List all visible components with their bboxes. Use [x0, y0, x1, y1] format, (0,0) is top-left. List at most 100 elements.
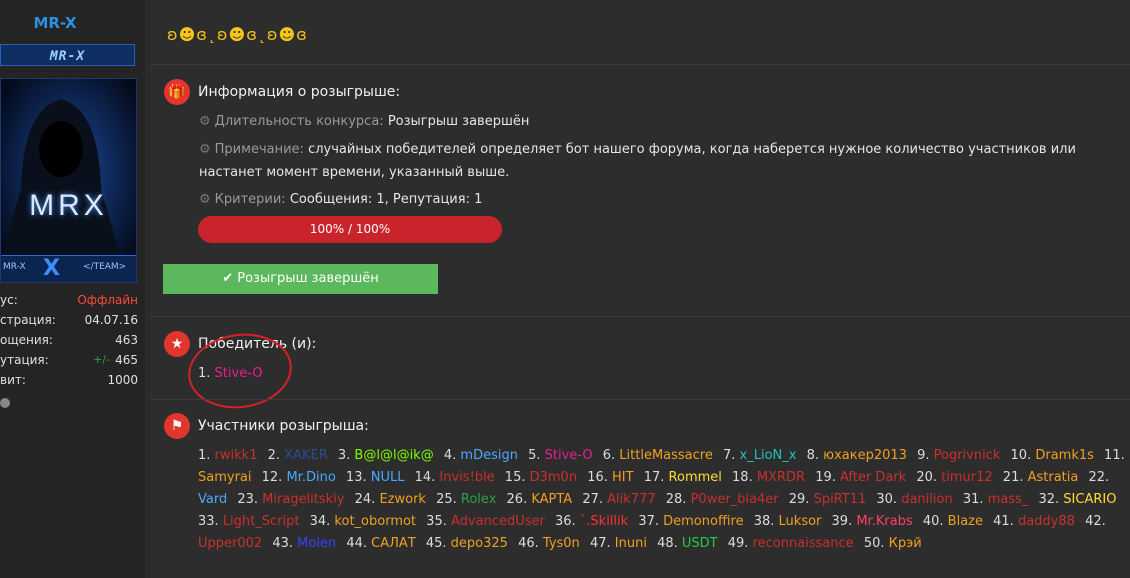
participant-item: 48. USDT	[657, 536, 718, 551]
participant-number: 8.	[806, 448, 824, 463]
participant-link[interactable]: mass_	[988, 492, 1029, 507]
participant-link[interactable]: Pogrivnick	[934, 448, 1001, 463]
avatar-strip: MR-X X </TEAM>	[1, 255, 136, 282]
participant-item: 19. After Dark	[815, 470, 906, 485]
participant-item: 29. SpiRT11	[789, 492, 867, 507]
participant-link[interactable]: Luksor	[779, 514, 822, 529]
participant-link[interactable]: Upper002	[198, 536, 262, 551]
participant-item: 35. AdvancedUser	[426, 514, 545, 529]
participant-link[interactable]: Vard	[198, 492, 227, 507]
participant-number: 45.	[425, 536, 451, 551]
participant-link[interactable]: After Dark	[840, 470, 906, 485]
participant-number: 42.	[1085, 514, 1106, 529]
participant-link[interactable]: Rolex	[461, 492, 496, 507]
username[interactable]: MR-X	[0, 14, 110, 32]
participant-item: 38. Luksor	[754, 514, 822, 529]
participant-link[interactable]: mDesign	[460, 448, 518, 463]
participant-number: 41.	[993, 514, 1018, 529]
participant-item: 27. Alik777	[582, 492, 655, 507]
progress-bar: 100% / 100%	[198, 216, 502, 243]
participant-link[interactable]: USDT	[682, 536, 718, 551]
participant-link[interactable]: KAPTA	[531, 492, 572, 507]
participant-link[interactable]: Samyrai	[198, 470, 252, 485]
participant-link[interactable]: B@l@l@ik@	[354, 448, 433, 463]
participant-link[interactable]: Dramk1s	[1035, 448, 1094, 463]
participant-link[interactable]: Tys0n	[543, 536, 580, 551]
participant-item: 32. SICARIO	[1038, 492, 1116, 507]
participant-link[interactable]: Ezwork	[379, 492, 426, 507]
participant-item: 21. Astratia	[1003, 470, 1079, 485]
participant-number: 23.	[237, 492, 263, 507]
participant-item: 3. B@l@l@ik@	[338, 448, 434, 463]
participant-item: 31. mass_	[963, 492, 1029, 507]
participant-link[interactable]: MXRDR	[757, 470, 805, 485]
participant-item: 30. danilion	[876, 492, 952, 507]
participant-link[interactable]: Light_Script	[223, 514, 300, 529]
participant-link[interactable]: timur12	[941, 470, 993, 485]
participant-link[interactable]: Demonoffire	[663, 514, 743, 529]
participant-link[interactable]: reconnaissance	[753, 536, 854, 551]
participant-link[interactable]: XAKER	[284, 448, 328, 463]
participant-link[interactable]: Stive-O	[545, 448, 593, 463]
avatar-brand: MRX	[29, 189, 108, 222]
participant-item: 23. Miragelitskiy	[237, 492, 344, 507]
participant-link[interactable]: kot_obormot	[334, 514, 416, 529]
participant-item: 39. Mr.Krabs	[832, 514, 913, 529]
participant-item: 36. `.Skillik	[555, 514, 628, 529]
participant-number: 34.	[309, 514, 335, 529]
participant-link[interactable]: AdvancedUser	[451, 514, 545, 529]
stat-status: ус: Оффлайн	[0, 293, 138, 307]
participant-number: 13.	[345, 470, 371, 485]
participant-link[interactable]: danilion	[901, 492, 953, 507]
participant-number: 39.	[831, 514, 857, 529]
skype-icon[interactable]	[0, 398, 10, 408]
participant-number: 16.	[587, 470, 613, 485]
participant-number: 10.	[1010, 448, 1036, 463]
check-icon: ✔	[222, 271, 234, 286]
participant-link[interactable]: HIT	[612, 470, 634, 485]
participant-link[interactable]: Miragelitskiy	[262, 492, 344, 507]
participant-link[interactable]: depo325	[451, 536, 508, 551]
participant-number: 28.	[665, 492, 691, 507]
gear-icon: ⚙	[199, 114, 211, 129]
participant-link[interactable]: Mr.Dino	[286, 470, 335, 485]
participant-link[interactable]: P0wer_bla4er	[691, 492, 779, 507]
participant-link[interactable]: юхакер2013	[823, 448, 907, 463]
criteria-line: ⚙ Критерии: Сообщения: 1, Репутация: 1	[199, 192, 483, 207]
participant-link[interactable]: Inuni	[615, 536, 647, 551]
participant-link[interactable]: rwikk1	[215, 448, 258, 463]
participant-link[interactable]: Rommel	[669, 470, 722, 485]
participant-number: 15.	[504, 470, 530, 485]
participant-link[interactable]: Крэй	[889, 536, 922, 551]
participant-link[interactable]: Invis!ble	[439, 470, 494, 485]
participants-list: 1. rwikk1 2. XAKER 3. B@l@l@ik@ 4. mDesi…	[198, 445, 1126, 555]
participant-link[interactable]: Mr.Krabs	[856, 514, 912, 529]
avatar[interactable]: MRX MR-X X </TEAM>	[0, 78, 137, 283]
participant-number: 31.	[962, 492, 988, 507]
duration-line: ⚙ Длительность конкурса: Розыгрыш завершё…	[199, 114, 530, 129]
stat-registration: страция: 04.07.16	[0, 313, 138, 327]
participant-number: 17.	[643, 470, 669, 485]
participant-link[interactable]: LittleMassacre	[619, 448, 713, 463]
participant-link[interactable]: Astratia	[1028, 470, 1079, 485]
giveaway-finished-button[interactable]: ✔ Розыгрыш завершён	[163, 264, 438, 294]
participant-link[interactable]: Alik777	[607, 492, 655, 507]
participant-link[interactable]: NULL	[371, 470, 405, 485]
participant-link[interactable]: x_LioN_x	[740, 448, 797, 463]
participant-link[interactable]: SpiRT11	[814, 492, 867, 507]
participant-link[interactable]: `.Skillik	[580, 514, 628, 529]
participant-item: 7. x_LioN_x	[723, 448, 796, 463]
reputation-plus-minus[interactable]: +/-	[93, 353, 110, 366]
participant-item: 50. Крэй	[864, 536, 922, 551]
participant-link[interactable]: D3m0n	[530, 470, 577, 485]
participant-link[interactable]: Blaze	[948, 514, 983, 529]
participant-link[interactable]: daddy88	[1018, 514, 1075, 529]
participant-link[interactable]: Molen	[297, 536, 336, 551]
participant-link[interactable]: САЛАТ	[371, 536, 416, 551]
participant-item: 4. mDesign	[444, 448, 518, 463]
participant-item: 26. KAPTA	[507, 492, 573, 507]
participant-link[interactable]: SICARIO	[1063, 492, 1116, 507]
participant-number: 47.	[589, 536, 615, 551]
star-icon: ★	[164, 331, 190, 357]
participant-number: 49.	[727, 536, 753, 551]
